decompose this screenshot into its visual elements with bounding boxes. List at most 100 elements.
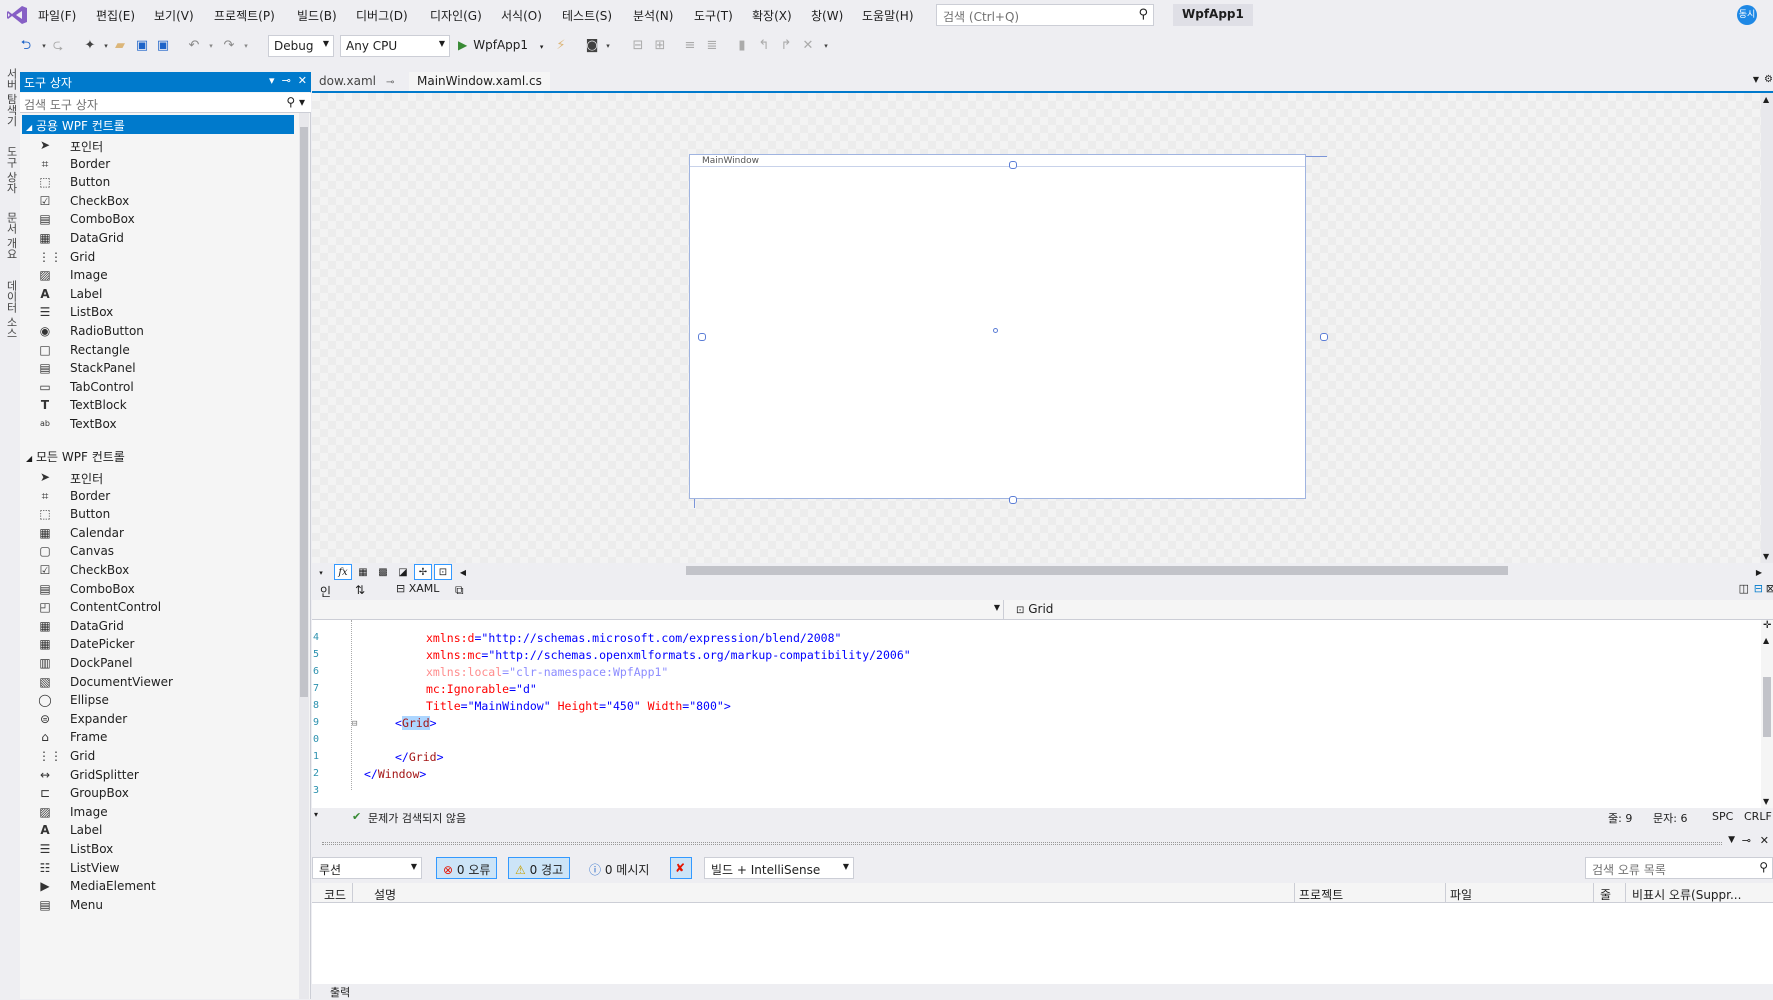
toolbox-scrollbar[interactable] (299, 113, 309, 999)
column-divider[interactable] (352, 883, 353, 903)
clear-filter-button[interactable]: ✘ (670, 857, 692, 879)
build-filter-select[interactable]: 빌드 + IntelliSense ▼ (704, 857, 854, 879)
drag-grip[interactable] (322, 842, 1722, 845)
collapse-pane-icon[interactable]: ⊠ (1766, 582, 1773, 595)
start-debugging-button[interactable]: ▶ WpfApp1 ▾ (458, 38, 543, 52)
design-mainwindow[interactable]: MainWindow (689, 154, 1306, 499)
menu-design[interactable]: 디자인(G) (430, 7, 482, 24)
pin-icon[interactable]: ⊸ (386, 77, 394, 88)
vtab-toolbox[interactable]: 도구 상자 (3, 146, 19, 194)
snap-gridlines-icon[interactable]: ✢ (414, 564, 432, 580)
open-folder-icon[interactable]: ▰ (112, 38, 128, 54)
scroll-down-icon[interactable]: ▼ (1763, 552, 1769, 561)
scroll-down-icon[interactable]: ▼ (1763, 797, 1769, 806)
toolbox-group-all-wpf[interactable]: ◢ 모든 WPF 컨트롤 (22, 446, 294, 465)
clear-bookmarks-icon[interactable]: ✕ (800, 38, 816, 54)
pin-icon[interactable]: ⊸ (1742, 834, 1751, 847)
toggle-grid-icon[interactable]: ▩ (374, 564, 392, 580)
warnings-filter-button[interactable]: ⚠ 0 경고 (508, 857, 571, 879)
menu-view[interactable]: 보기(V) (154, 7, 194, 24)
navigate-forward-icon[interactable]: ⮎ (50, 38, 66, 54)
undo-icon[interactable]: ↶ (186, 38, 202, 54)
tab-xaml[interactable]: ⊟ XAML (396, 582, 439, 595)
menu-edit[interactable]: 편집(E) (96, 7, 135, 24)
column-divider[interactable] (1593, 883, 1594, 903)
prev-bookmark-icon[interactable]: ↰ (756, 38, 772, 54)
new-project-icon[interactable]: ✦ (82, 38, 98, 54)
menu-help[interactable]: 도움말(H) (862, 7, 914, 24)
tab-design[interactable]: 인 (320, 583, 331, 600)
designer-horizontal-scroll-thumb[interactable] (686, 566, 1508, 575)
configuration-select[interactable]: Debug ▼ (268, 35, 334, 57)
top-resize-handle[interactable] (1009, 161, 1017, 169)
column-divider[interactable] (1625, 883, 1626, 903)
navigate-back-icon[interactable]: ⮌ (18, 38, 34, 54)
close-icon[interactable]: ✕ (298, 74, 307, 87)
menu-debug[interactable]: 디버그(D) (356, 7, 408, 24)
screenshot-dropdown-icon[interactable]: ▾ (600, 38, 616, 54)
settings-icon[interactable]: ⚙ (1764, 74, 1773, 85)
step-icon[interactable]: ⊟ (630, 38, 646, 54)
scroll-up-icon[interactable]: ▲ (1763, 636, 1769, 645)
tab-mainwindow-xaml-cs[interactable]: MainWindow.xaml.cs (409, 72, 550, 92)
pin-icon[interactable]: ⊸ (282, 74, 291, 87)
right-resize-handle[interactable] (1320, 333, 1328, 341)
comment-icon[interactable]: ≡ (682, 38, 698, 54)
column-divider[interactable] (1445, 883, 1446, 903)
vertical-split-icon[interactable]: ◫ (1739, 582, 1749, 595)
platform-select[interactable]: Any CPU ▼ (340, 35, 450, 57)
horizontal-split-icon[interactable]: ⊟ (1754, 582, 1763, 595)
vtab-server-explorer[interactable]: 서버 탐색기 (3, 68, 19, 127)
scrollbar-thumb[interactable] (300, 127, 308, 697)
menu-window[interactable]: 창(W) (811, 7, 843, 24)
messages-filter-button[interactable]: ⓘ 0 메시지 (582, 857, 656, 879)
redo-dropdown-icon[interactable]: ▾ (238, 38, 254, 54)
menu-analyze[interactable]: 분석(N) (633, 7, 673, 24)
error-list-search-input[interactable]: 검색 오류 목록 ⚲ (1585, 857, 1773, 879)
column-file[interactable]: 파일 (1450, 886, 1472, 903)
column-description[interactable]: 설명 (374, 886, 396, 903)
element-selector[interactable]: ⊡ Grid (1016, 602, 1053, 616)
element-scope-select[interactable]: ▼ (312, 600, 1004, 620)
errors-filter-button[interactable]: ⊗ 0 오류 (436, 857, 498, 879)
zoom-dropdown-icon[interactable]: ▾ (314, 810, 318, 819)
save-icon[interactable]: ▣ (134, 38, 150, 54)
column-code[interactable]: 코드 (324, 886, 346, 903)
next-bookmark-icon[interactable]: ↱ (778, 38, 794, 54)
swap-panes-icon[interactable]: ⇅ (355, 583, 365, 597)
toolbox-group-common-wpf[interactable]: ◢ 공용 WPF 컨트롤 (22, 115, 294, 134)
menu-format[interactable]: 서식(O) (501, 7, 542, 24)
column-project[interactable]: 프로젝트 (1299, 886, 1343, 903)
undo-dropdown-icon[interactable]: ▾ (203, 38, 219, 54)
artboard-bg-icon[interactable]: ◪ (394, 564, 412, 580)
column-line[interactable]: 줄 (1600, 886, 1611, 903)
designer-vertical-scrollbar[interactable]: ▲ ▼ (1761, 93, 1773, 563)
user-avatar[interactable]: 동시 (1737, 5, 1757, 25)
window-position-icon[interactable]: ▾ (269, 74, 275, 87)
column-suppression[interactable]: 비표시 오류(Suppr... (1632, 886, 1741, 903)
tab-output[interactable]: 출력 (312, 984, 1773, 999)
fx-effects-icon[interactable]: fx (334, 564, 352, 580)
quick-search-input[interactable]: 검색 (Ctrl+Q) ⚲ (936, 4, 1154, 26)
step-over-icon[interactable]: ⊞ (652, 38, 668, 54)
menu-tools[interactable]: 도구(T) (694, 7, 733, 24)
toolbar-overflow-icon[interactable]: ▾ (818, 38, 834, 54)
menu-test[interactable]: 테스트(S) (562, 7, 612, 24)
bottom-resize-handle[interactable] (1009, 496, 1017, 504)
scroll-up-icon[interactable]: ▲ (1763, 95, 1769, 104)
tab-mainwindow-xaml[interactable]: dow.xaml⊸ ✕ (319, 74, 417, 88)
column-divider[interactable] (1294, 883, 1295, 903)
toolbox-search-input[interactable]: 검색 도구 상자 ⚲ ▾ (20, 93, 311, 113)
toolbox-item[interactable]: ▤ Menu (38, 895, 292, 916)
close-icon[interactable]: ✕ (1760, 834, 1769, 847)
bookmark-icon[interactable]: ▮ (734, 38, 750, 54)
scope-select[interactable]: 루션 ▼ (312, 857, 422, 879)
xaml-code-editor[interactable]: 4 5 6 7 8 9 0 1 2 3 ⊟ xmlns:d="http://sc… (312, 620, 1761, 808)
menu-build[interactable]: 빌드(B) (297, 7, 337, 24)
popout-xaml-icon[interactable]: ⧉ (455, 583, 464, 598)
left-resize-handle[interactable] (698, 333, 706, 341)
vtab-data-sources[interactable]: 데이터 소스 (3, 280, 19, 339)
tab-list-dropdown-icon[interactable]: ▼ (1753, 75, 1759, 84)
scroll-left-icon[interactable]: ◀ (454, 564, 472, 580)
error-list-body[interactable] (312, 903, 1773, 984)
